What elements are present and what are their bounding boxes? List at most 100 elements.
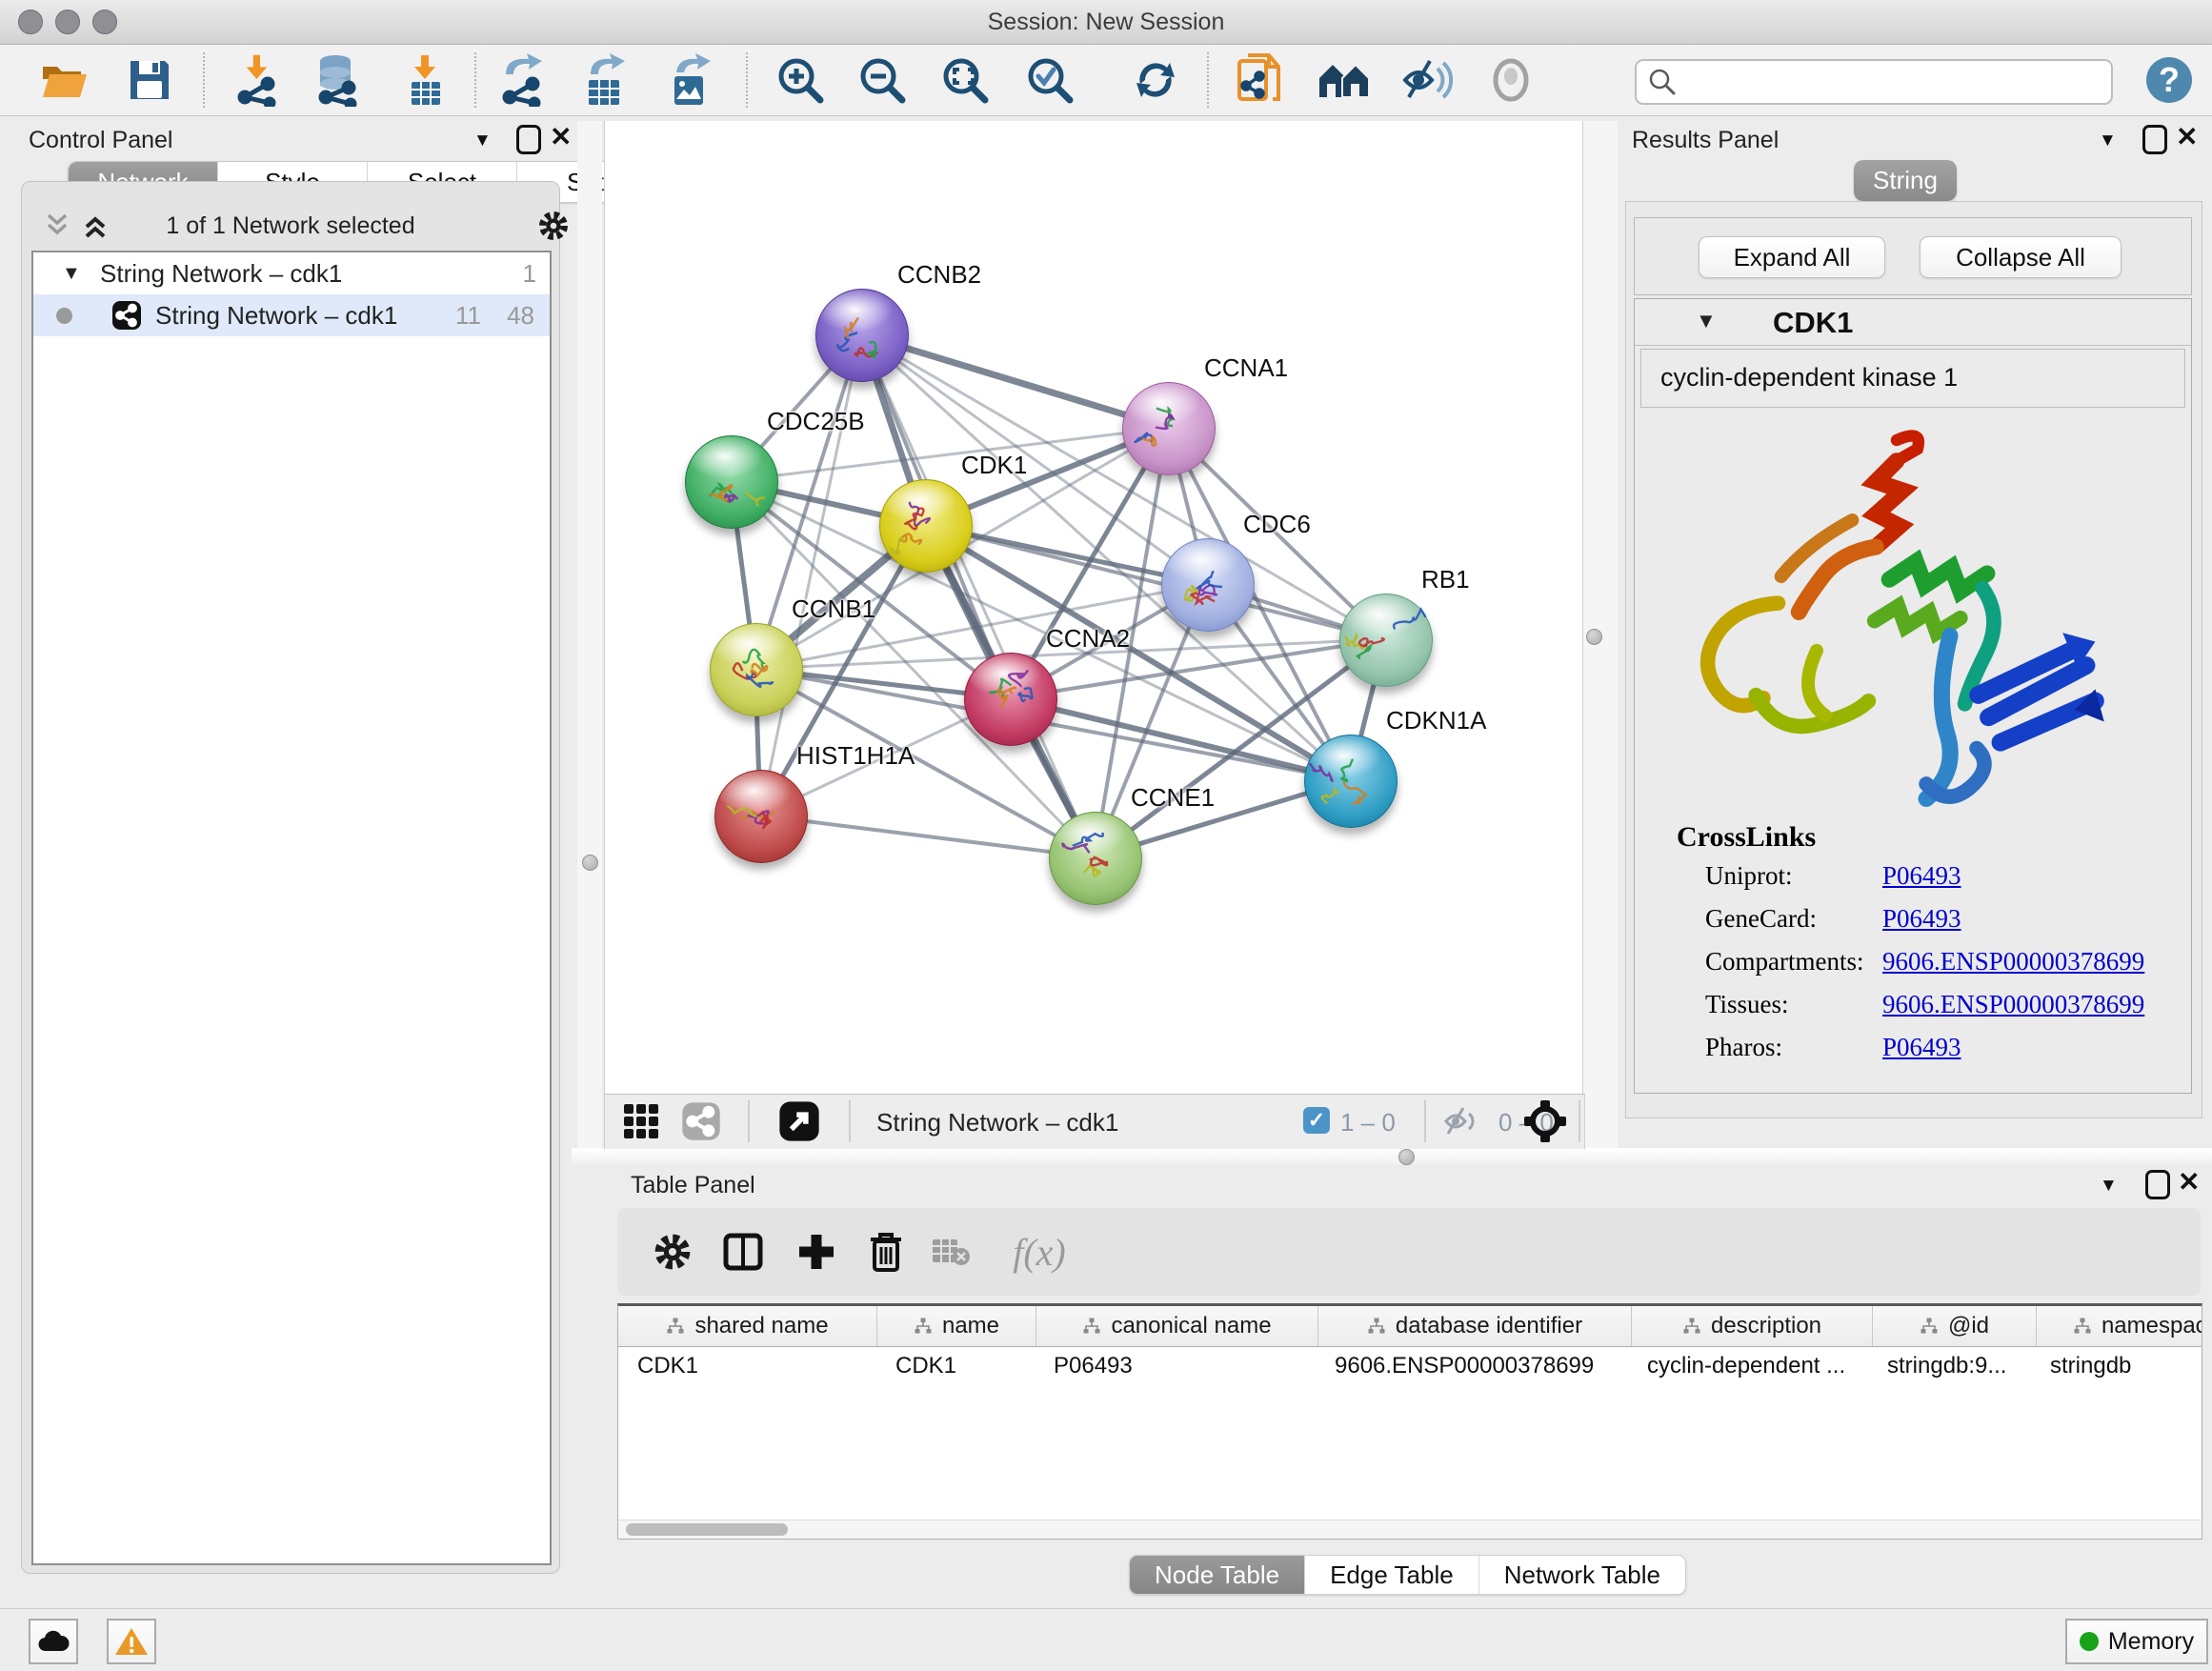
- edge-HIST1H1A-CCNE1[interactable]: [760, 815, 1095, 857]
- crosslink-link[interactable]: 9606.ENSP00000378699: [1882, 990, 2144, 1019]
- results-panel-menu-caret[interactable]: ▼: [2099, 131, 2117, 151]
- left-splitter-handle[interactable]: [582, 855, 598, 871]
- cloud-status-button[interactable]: [29, 1619, 78, 1664]
- zoom-fit-button[interactable]: [938, 53, 992, 107]
- selected-checkbox[interactable]: ✓: [1303, 1107, 1330, 1134]
- navigate-target-icon[interactable]: [1523, 1099, 1567, 1143]
- tab-node-table[interactable]: Node Table: [1130, 1556, 1305, 1594]
- network-canvas[interactable]: CCNB2CCNA1CDC25BCDK1CDC6RB1CCNB1CCNA2CDK…: [604, 121, 1583, 1094]
- function-builder-button[interactable]: f(x): [996, 1225, 1082, 1278]
- column-header-namespace[interactable]: namespace: [2037, 1306, 2202, 1346]
- node-CDK1[interactable]: [879, 479, 973, 573]
- column-header-shared-name[interactable]: shared name: [618, 1306, 877, 1346]
- node-CDKN1A[interactable]: [1304, 735, 1398, 828]
- crosslink-link[interactable]: 9606.ENSP00000378699: [1882, 947, 2144, 976]
- column-header-database-identifier[interactable]: database identifier: [1318, 1306, 1632, 1346]
- crosslink-link[interactable]: P06493: [1882, 1033, 1961, 1062]
- hide-glass-pane-button[interactable]: [1401, 53, 1455, 107]
- node-RB1[interactable]: [1339, 594, 1433, 687]
- import-network-file-button[interactable]: [231, 53, 285, 107]
- crosslink-link[interactable]: P06493: [1882, 861, 1961, 891]
- warnings-button[interactable]: [107, 1619, 156, 1664]
- collapse-all-button[interactable]: Collapse All: [1920, 236, 2122, 278]
- export-image-button[interactable]: [662, 53, 715, 107]
- node-CCNB2[interactable]: [815, 289, 909, 382]
- open-in-window-icon[interactable]: [778, 1100, 820, 1142]
- hidden-eye-slash-icon[interactable]: [1443, 1105, 1481, 1137]
- create-column-button[interactable]: [790, 1225, 843, 1278]
- column-header-canonical-name[interactable]: canonical name: [1036, 1306, 1318, 1346]
- right-splitter-handle[interactable]: [1586, 629, 1602, 645]
- node-CCNA1[interactable]: [1122, 382, 1216, 475]
- zoom-in-button[interactable]: [774, 53, 827, 107]
- expand-all-button[interactable]: Expand All: [1699, 236, 1885, 278]
- node-CCNE1[interactable]: [1049, 812, 1142, 905]
- network-snapshot-button[interactable]: [1233, 53, 1286, 107]
- edge-CDK1-RB1[interactable]: [925, 525, 1385, 639]
- zoom-out-button[interactable]: [855, 53, 909, 107]
- control-panel-float-button[interactable]: [516, 125, 541, 154]
- table-panel-close-button[interactable]: ✕: [2178, 1170, 2200, 1194]
- search-box[interactable]: [1635, 59, 2113, 105]
- right-splitter[interactable]: [1583, 121, 1618, 1148]
- search-input[interactable]: [1684, 64, 2111, 100]
- cell-canonical-name[interactable]: P06493: [1035, 1346, 1316, 1386]
- control-panel-close-button[interactable]: ✕: [550, 125, 572, 149]
- left-splitter[interactable]: [577, 121, 602, 1148]
- save-session-button[interactable]: [123, 53, 176, 107]
- network-row-selected[interactable]: String Network – cdk1 11 48: [33, 294, 550, 336]
- scrollbar-thumb[interactable]: [626, 1523, 788, 1536]
- results-panel-close-button[interactable]: ✕: [2176, 125, 2198, 149]
- cell-shared-name[interactable]: CDK1: [618, 1346, 876, 1386]
- help-button[interactable]: ?: [2142, 53, 2196, 107]
- show-glass-pane-button[interactable]: [1484, 53, 1538, 107]
- table-options-button[interactable]: [646, 1225, 699, 1278]
- cell-name[interactable]: CDK1: [876, 1346, 1035, 1386]
- cell-@id[interactable]: stringdb:9...: [1868, 1346, 2031, 1386]
- table-row[interactable]: CDK1CDK1P064939606.ENSP00000378699cyclin…: [618, 1346, 2202, 1386]
- node-CCNA2[interactable]: [964, 653, 1057, 746]
- import-table-button[interactable]: [398, 53, 452, 107]
- show-columns-button[interactable]: [716, 1225, 770, 1278]
- control-panel-menu-caret[interactable]: ▼: [473, 131, 492, 151]
- table-panel-menu-caret[interactable]: ▼: [2100, 1176, 2118, 1197]
- edge-CCNB2-CCNE1[interactable]: [861, 334, 1095, 857]
- zoom-selected-button[interactable]: [1023, 53, 1076, 107]
- home-button[interactable]: [1317, 53, 1371, 107]
- collection-expand-caret[interactable]: ▼: [62, 263, 81, 285]
- apply-layout-button[interactable]: [1129, 53, 1182, 107]
- open-session-button[interactable]: [38, 53, 91, 107]
- node-table[interactable]: shared namenamecanonical namedatabase id…: [617, 1303, 2202, 1540]
- table-horizontal-scrollbar[interactable]: [618, 1520, 2202, 1539]
- node-CDC6[interactable]: [1161, 538, 1255, 632]
- network-collection-row[interactable]: ▼ String Network – cdk1 1: [33, 252, 550, 294]
- delete-table-button[interactable]: [924, 1225, 977, 1278]
- birdseye-view-icon[interactable]: [681, 1101, 721, 1141]
- tab-network-table[interactable]: Network Table: [1479, 1556, 1685, 1594]
- column-header-name[interactable]: name: [877, 1306, 1036, 1346]
- gene-expand-caret[interactable]: ▼: [1696, 309, 1717, 333]
- tab-string[interactable]: String: [1854, 160, 1957, 201]
- results-panel-float-button[interactable]: [2142, 125, 2167, 154]
- node-CDC25B[interactable]: [685, 435, 778, 529]
- cell-description[interactable]: cyclin-dependent ...: [1628, 1346, 1868, 1386]
- delete-columns-button[interactable]: [859, 1225, 913, 1278]
- table-panel-float-button[interactable]: [2145, 1170, 2170, 1199]
- grid-view-icon[interactable]: [622, 1102, 660, 1140]
- column-header-description[interactable]: description: [1632, 1306, 1873, 1346]
- horizontal-splitter[interactable]: [572, 1148, 2212, 1164]
- crosslink-link[interactable]: P06493: [1882, 904, 1961, 934]
- export-table-button[interactable]: [578, 53, 632, 107]
- cell-database-identifier[interactable]: 9606.ENSP00000378699: [1316, 1346, 1628, 1386]
- horizontal-splitter-handle[interactable]: [1398, 1149, 1415, 1165]
- node-HIST1H1A[interactable]: [714, 770, 808, 863]
- import-network-database-button[interactable]: [311, 53, 364, 107]
- network-options-gear-icon[interactable]: [536, 209, 571, 243]
- memory-button[interactable]: Memory: [2065, 1619, 2208, 1664]
- column-header-@id[interactable]: @id: [1873, 1306, 2037, 1346]
- tab-edge-table[interactable]: Edge Table: [1305, 1556, 1479, 1594]
- export-network-button[interactable]: [496, 53, 550, 107]
- gene-section-header[interactable]: ▼ CDK1: [1635, 299, 2191, 346]
- cell-namespace[interactable]: stringdb: [2031, 1346, 2202, 1386]
- node-CCNB1[interactable]: [710, 623, 803, 716]
